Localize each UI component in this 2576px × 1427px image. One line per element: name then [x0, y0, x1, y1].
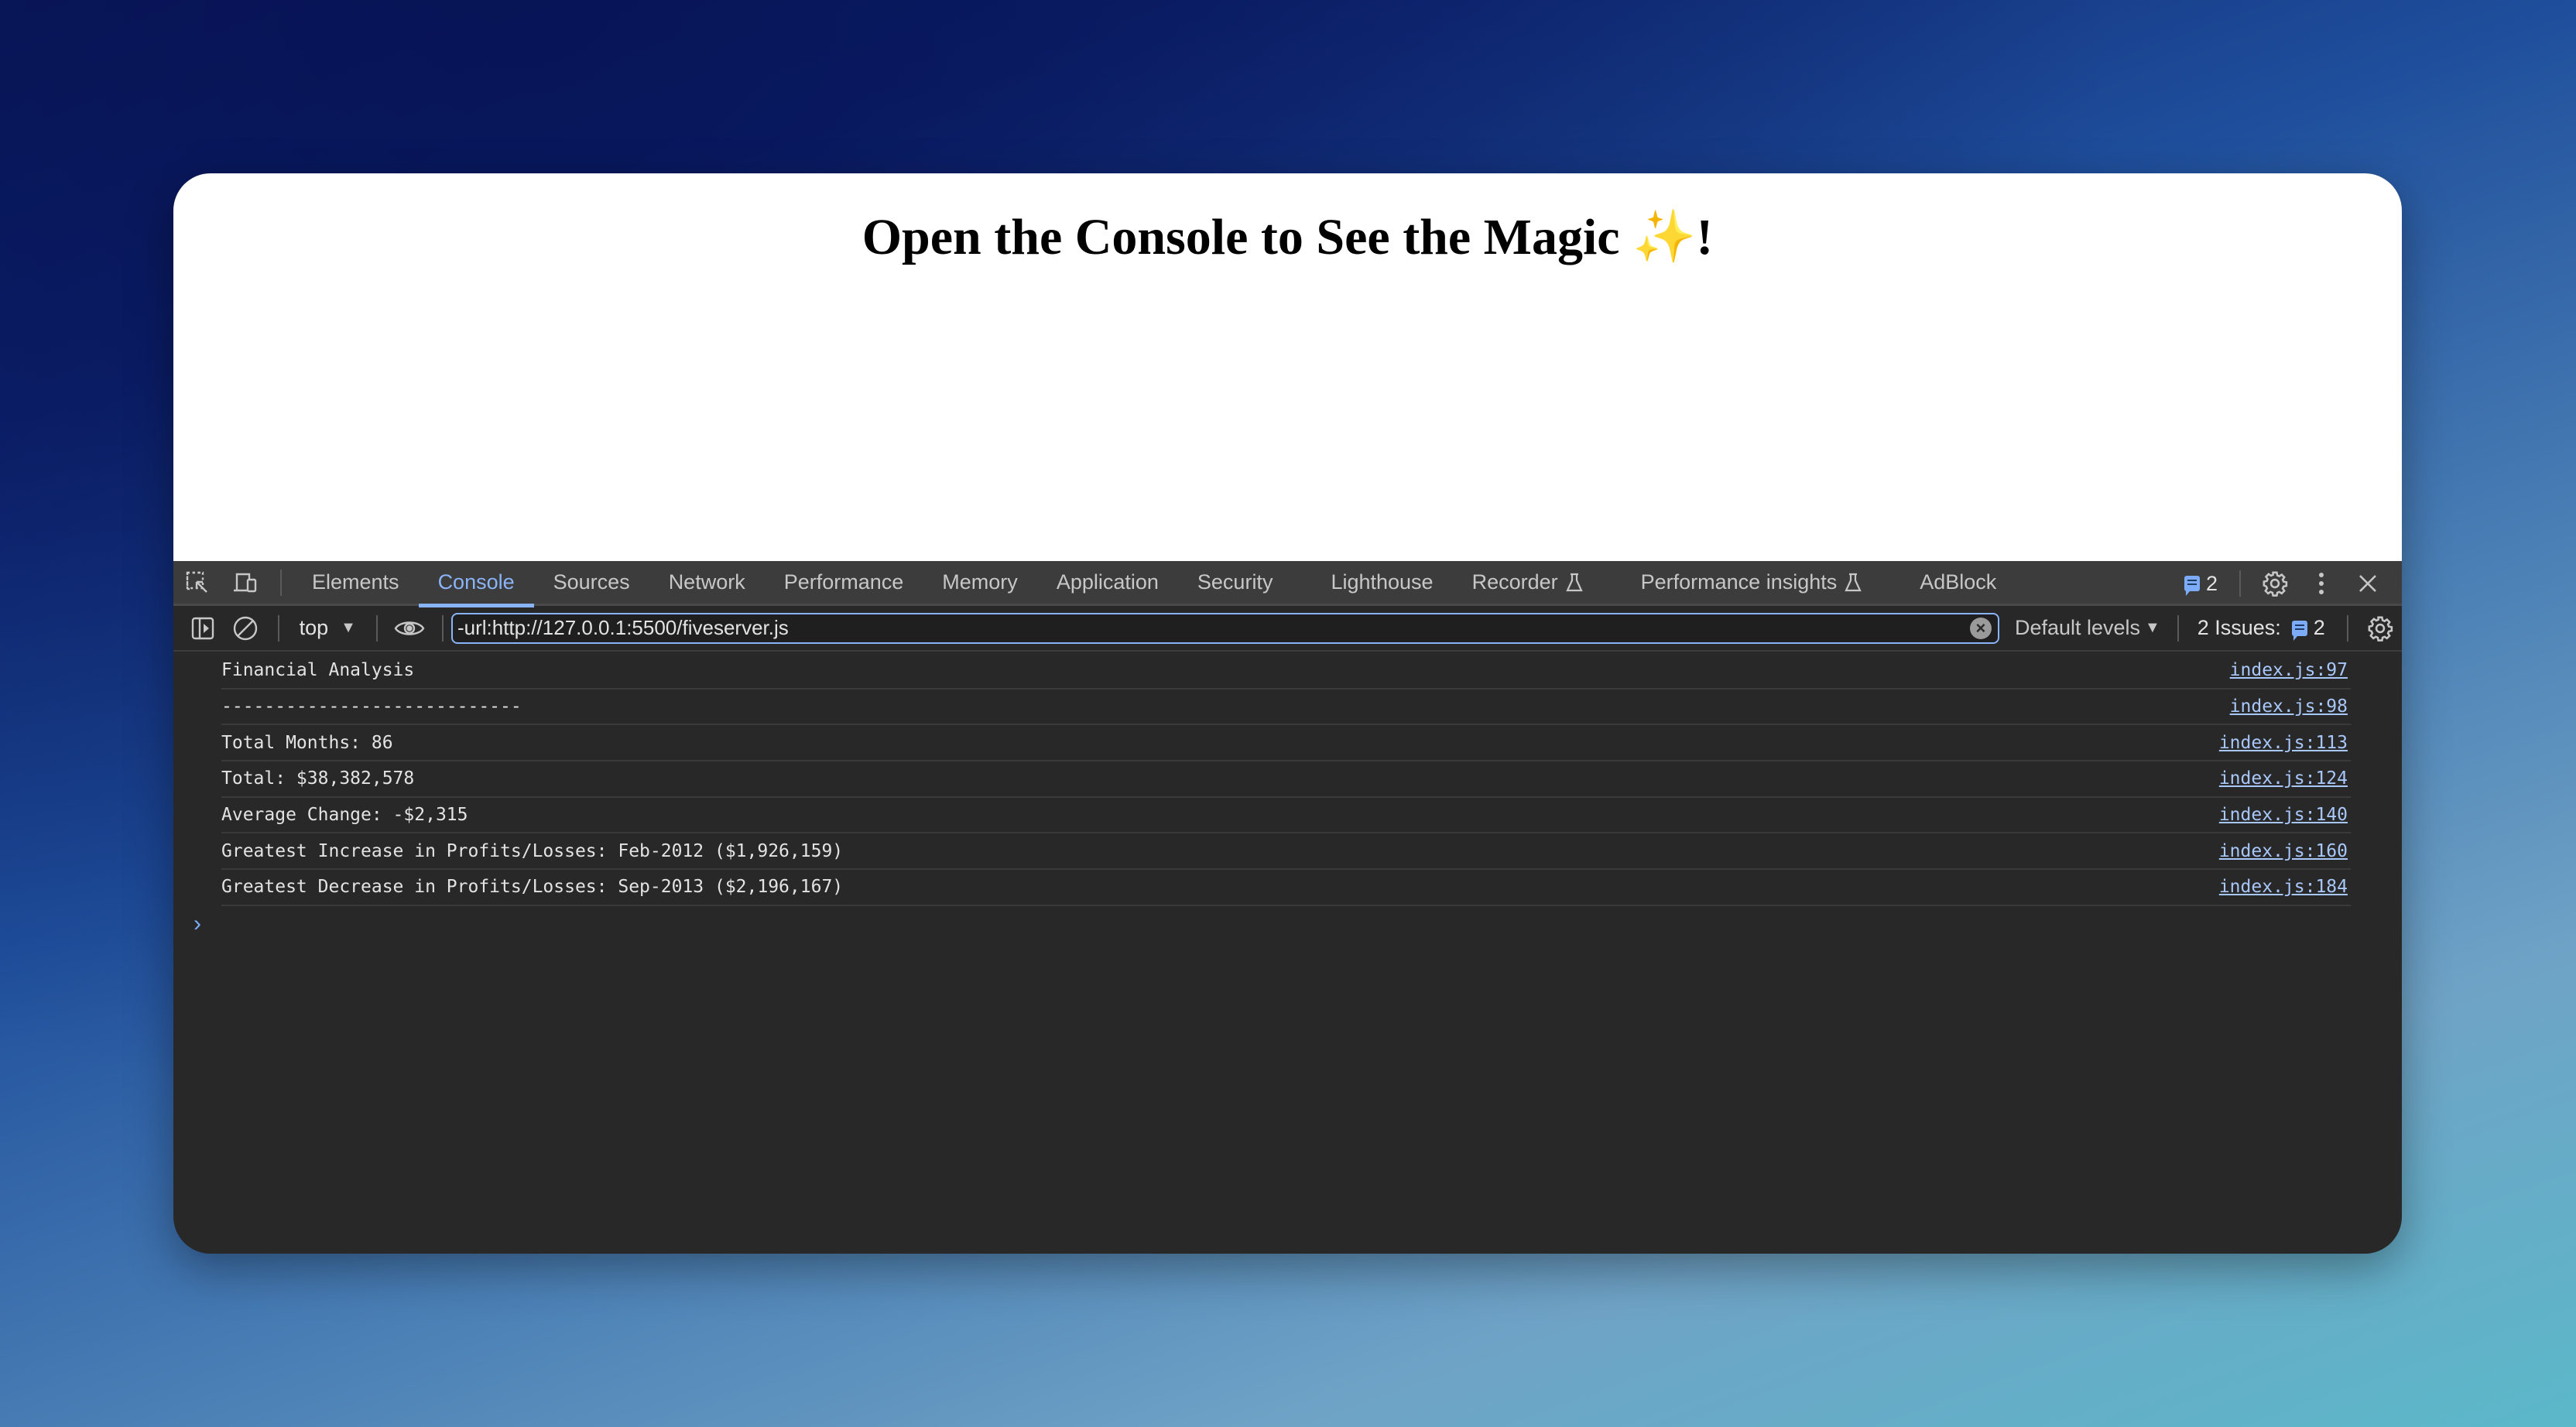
divider [277, 614, 279, 642]
filter-input[interactable] [457, 616, 1970, 640]
clear-console-icon[interactable] [224, 605, 266, 651]
source-link[interactable]: index.js:113 [2219, 733, 2348, 753]
tab-console[interactable]: Console [418, 560, 534, 607]
tab-label: Lighthouse [1331, 570, 1434, 594]
clear-filter-icon[interactable]: × [1969, 617, 1992, 639]
tab-memory[interactable]: Memory [923, 560, 1037, 605]
tab-label: Performance insights [1640, 570, 1838, 594]
messages-count: 2 [2205, 571, 2218, 595]
caret-down-icon: ▼ [341, 619, 356, 636]
close-icon[interactable] [2345, 561, 2391, 606]
divider [2177, 614, 2179, 642]
source-link[interactable]: index.js:98 [2230, 696, 2348, 717]
issues-counter[interactable]: 2 Issues: 2 [2197, 616, 2325, 641]
source-link[interactable]: index.js:184 [2219, 877, 2348, 897]
console-message: Total Months: 86 index.js:113 [221, 725, 2351, 762]
tab-label: Recorder [1471, 570, 1558, 594]
log-levels-dropdown[interactable]: Default levels ▼ [2015, 616, 2160, 640]
tab-label: Console [437, 570, 515, 594]
divider [442, 614, 444, 642]
tab-lighthouse[interactable]: Lighthouse [1311, 560, 1452, 605]
source-link[interactable]: index.js:160 [2219, 841, 2348, 861]
page-heading: Open the Console to See the Magic ✨! [173, 173, 2402, 267]
browser-window: Open the Console to See the Magic ✨! Ele… [173, 173, 2402, 1254]
devtools-tabbar: Elements Console Sources Network Perform… [173, 560, 2402, 607]
tab-label: Application [1056, 570, 1159, 594]
console-message: Financial Analysis index.js:97 [221, 653, 2351, 690]
issue-message-icon [2291, 620, 2307, 641]
page-heading-text: Open the Console to See the Magic [862, 209, 1633, 265]
console-filter-bar: top ▼ × Default levels ▼ 2 Issues: 2 [173, 606, 2402, 652]
tab-application[interactable]: Application [1037, 560, 1178, 605]
tab-performance-insights[interactable]: Performance insights [1622, 560, 1901, 605]
divider [2239, 570, 2241, 597]
tab-label: Sources [553, 570, 630, 594]
tab-elements[interactable]: Elements [293, 560, 419, 605]
console-message: Total: $38,382,578 index.js:124 [221, 761, 2351, 798]
message-text: Greatest Decrease in Profits/Losses: Sep… [221, 877, 844, 898]
tab-label: Security [1197, 570, 1273, 594]
device-toolbar-icon[interactable] [221, 560, 269, 605]
tab-label: Elements [312, 570, 399, 594]
flask-icon [1565, 573, 1583, 593]
tabbar-actions: 2 [2184, 561, 2391, 606]
sparkles-icon: ✨ [1632, 209, 1697, 265]
message-text: ---------------------------- [221, 696, 522, 717]
issues-label: 2 Issues: [2197, 616, 2281, 639]
web-page: Open the Console to See the Magic ✨! [173, 173, 2402, 561]
source-link[interactable]: index.js:140 [2219, 805, 2348, 825]
tab-performance[interactable]: Performance [765, 560, 923, 605]
message-icon [2184, 576, 2200, 596]
divider [375, 614, 378, 642]
devtools-panel: Elements Console Sources Network Perform… [173, 561, 2402, 942]
console-message: Average Change: -$2,315 index.js:140 [221, 798, 2351, 834]
source-link[interactable]: index.js:97 [2230, 660, 2348, 680]
tab-label: Performance [783, 570, 904, 594]
message-text: Greatest Increase in Profits/Losses: Feb… [221, 840, 844, 861]
messages-badge[interactable]: 2 [2184, 572, 2218, 596]
tab-recorder[interactable]: Recorder [1453, 560, 1622, 605]
tab-label: AdBlock [1920, 570, 1997, 594]
console-message: Greatest Decrease in Profits/Losses: Sep… [221, 870, 2351, 906]
caret-down-icon: ▼ [2145, 619, 2160, 636]
console-filter-field[interactable]: × [450, 612, 1999, 644]
show-sidebar-icon[interactable] [181, 605, 224, 651]
message-text: Total: $38,382,578 [221, 768, 415, 789]
tab-label: Memory [942, 570, 1018, 594]
console-output: Financial Analysis index.js:97 ---------… [173, 652, 2402, 942]
levels-label: Default levels [2014, 616, 2141, 639]
tab-sources[interactable]: Sources [534, 560, 649, 605]
tab-adblock[interactable]: AdBlock [1900, 560, 2016, 605]
console-prompt[interactable]: › [194, 906, 2402, 942]
message-text: Average Change: -$2,315 [221, 805, 468, 826]
divider [280, 569, 282, 596]
page-heading-suffix: ! [1696, 209, 1714, 265]
issues-count: 2 [2313, 616, 2325, 639]
message-text: Total Months: 86 [221, 732, 393, 753]
live-expression-eye-icon[interactable] [389, 605, 431, 651]
tab-label: Network [668, 570, 745, 594]
flask-icon [1845, 573, 1862, 593]
divider [2346, 614, 2348, 642]
settings-gear-icon[interactable] [2252, 561, 2298, 606]
tab-security[interactable]: Security [1178, 560, 1312, 605]
console-settings-gear-icon[interactable] [2359, 605, 2402, 651]
prompt-chevron-icon: › [194, 910, 201, 936]
context-selector[interactable]: top ▼ [290, 616, 365, 640]
inspect-element-icon[interactable] [173, 560, 221, 605]
console-message: Greatest Increase in Profits/Losses: Feb… [221, 833, 2351, 871]
message-text: Financial Analysis [221, 660, 415, 681]
source-link[interactable]: index.js:124 [2219, 768, 2348, 789]
console-message: ---------------------------- index.js:98 [221, 690, 2351, 726]
context-value: top [299, 616, 329, 639]
tab-network[interactable]: Network [649, 560, 765, 605]
more-options-icon[interactable] [2298, 561, 2345, 606]
